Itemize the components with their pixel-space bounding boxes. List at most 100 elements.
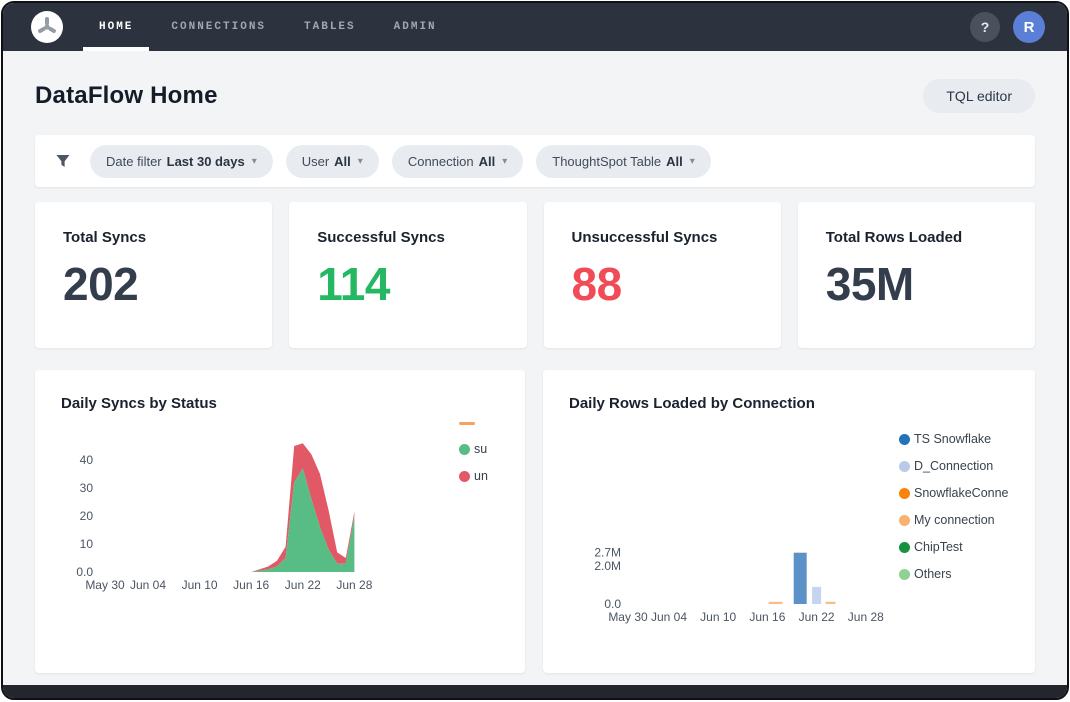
filter-chip-value: All: [334, 154, 351, 169]
rows-legend-item-d-connection[interactable]: D_Connection: [899, 459, 1035, 473]
rows-legend-item-snowflakeconne[interactable]: SnowflakeConne: [899, 486, 1035, 500]
syncs-legend-item-su[interactable]: su: [459, 442, 525, 456]
filter-chip-date-filter[interactable]: Date filter Last 30 days ▾: [90, 145, 273, 178]
filter-bar: Date filterLast 30 days▾UserAll▾Connecti…: [35, 135, 1035, 187]
kpi-label: Unsuccessful Syncs: [572, 229, 753, 246]
kpi-value: 202: [63, 261, 244, 307]
x-axis-tick: Jun 04: [130, 578, 166, 592]
bar-my-connection[interactable]: [826, 602, 836, 604]
legend-label: su: [474, 442, 487, 456]
daily-rows-chart-card: Daily Rows Loaded by Connection 0.0 2.0M2…: [543, 370, 1035, 673]
x-axis-tick: Jun 10: [700, 610, 736, 624]
filter-chip-prefix: Date filter: [106, 154, 162, 169]
x-axis-tick: May 30: [85, 578, 125, 592]
y-axis-tick: 30: [80, 481, 94, 495]
rows-legend-item-chiptest[interactable]: ChipTest: [899, 540, 1035, 554]
legend-dot-icon: [899, 488, 910, 499]
syncs-legend-item-un[interactable]: un: [459, 469, 525, 483]
thoughtspot-logo-icon: [36, 16, 58, 38]
rows-legend-item-ts-snowflake[interactable]: TS Snowflake: [899, 432, 1035, 446]
y-axis-tick: 10: [80, 537, 94, 551]
kpi-label: Successful Syncs: [317, 229, 498, 246]
x-axis-tick: Jun 10: [182, 578, 218, 592]
nav-tab-admin[interactable]: ADMIN: [378, 3, 453, 51]
nav-tab-connections[interactable]: CONNECTIONS: [155, 3, 282, 51]
chevron-down-icon: ▾: [502, 156, 507, 167]
syncs-legend-item-series[interactable]: [459, 418, 525, 429]
filter-chip-thoughtspot-table[interactable]: ThoughtSpot Table All ▾: [536, 145, 711, 178]
x-axis-tick: Jun 16: [749, 610, 785, 624]
kpi-card-successful-syncs: Successful Syncs114: [289, 202, 526, 348]
chart-title-daily-syncs: Daily Syncs by Status: [61, 395, 525, 412]
help-button[interactable]: ?: [970, 12, 1000, 42]
filter-chip-value: All: [479, 154, 496, 169]
legend-dot-icon: [899, 461, 910, 472]
kpi-row: Total Syncs202Successful Syncs114Unsucce…: [35, 202, 1035, 348]
legend-dot-icon: [899, 434, 910, 445]
y-axis-tick: 20: [80, 509, 94, 523]
bar-d-connection[interactable]: [812, 587, 821, 604]
bar-my-connection[interactable]: [769, 602, 783, 604]
legend-dot-icon: [899, 569, 910, 580]
nav-right: ? R: [970, 3, 1067, 51]
kpi-card-total-rows-loaded: Total Rows Loaded 35M: [798, 202, 1035, 348]
kpi-value: 35M: [826, 261, 1007, 307]
daily-syncs-chart-card: Daily Syncs by Status 0.0 10 20 30 40 May 30 J…: [35, 370, 525, 673]
window-bottom-edge: [3, 685, 1067, 698]
y-axis-tick: 0.0: [76, 565, 93, 579]
app-window: HOMECONNECTIONSTABLESADMIN ? R DataFlow …: [1, 1, 1069, 700]
filter-chip-prefix: ThoughtSpot Table: [552, 154, 661, 169]
x-axis-tick: Jun 28: [336, 578, 372, 592]
y-axis-tick: 2.0M: [594, 559, 621, 573]
x-axis-tick: Jun 22: [285, 578, 321, 592]
rows-legend-item-my-connection[interactable]: My connection: [899, 513, 1035, 527]
y-axis-tick: 2.7M: [594, 546, 621, 560]
legend-dot-icon: [899, 515, 910, 526]
legend-dot-icon: [459, 444, 470, 455]
legend-dot-icon: [899, 542, 910, 553]
nav-tab-tables[interactable]: TABLES: [288, 3, 372, 51]
bar-ts-snowflake[interactable]: [794, 553, 807, 604]
filter-chip-user[interactable]: User All ▾: [286, 145, 379, 178]
kpi-value: 88: [572, 261, 753, 307]
kpi-card-total-syncs: Total Syncs202: [35, 202, 272, 348]
rows-legend-item-others[interactable]: Others: [899, 567, 1035, 581]
x-axis-tick: Jun 22: [799, 610, 835, 624]
charts-row: Daily Syncs by Status 0.010203040May 30J…: [35, 370, 1035, 673]
filter-chip-prefix: User: [302, 154, 329, 169]
filter-chips: Date filterLast 30 days▾UserAll▾Connecti…: [90, 145, 711, 178]
legend-label: D_Connection: [914, 459, 993, 473]
x-axis-tick: Jun 04: [651, 610, 687, 624]
x-axis-tick: May 30: [608, 610, 648, 624]
nav-tabs: HOMECONNECTIONSTABLESADMIN: [83, 3, 459, 51]
filter-chip-connection[interactable]: ConnectionAll▾: [392, 145, 523, 178]
daily-rows-bar-chart[interactable]: 0.0 2.0M2.7M May 30Jun 04 Jun 10 Jun 16 Jun 2…: [563, 540, 903, 635]
app-logo[interactable]: [31, 11, 63, 43]
user-avatar[interactable]: R: [1013, 11, 1045, 43]
legend-dot-icon: [459, 471, 470, 482]
nav-tab-home[interactable]: HOME: [83, 3, 149, 51]
filter-chip-value: All: [666, 154, 683, 169]
legend-label: un: [474, 469, 488, 483]
legend-label: My connection: [914, 513, 995, 527]
daily-syncs-area-chart[interactable]: 0.0 10 20 30 40 May 30 Jun 04 Jun 10 Jun 16 Jun 2…: [55, 432, 475, 607]
x-axis-tick: Jun 28: [848, 610, 884, 624]
y-axis-tick: 0.0: [604, 597, 621, 611]
legend-label: Others: [914, 567, 952, 581]
kpi-card-unsuccessful-syncs: Unsuccessful Syncs 88: [544, 202, 781, 348]
filter-chip-value: Last 30 days: [167, 154, 245, 169]
legend-label: ChipTest: [914, 540, 963, 554]
legend-label: SnowflakeConne: [914, 486, 1009, 500]
tql-editor-button[interactable]: TQL editor: [923, 79, 1035, 113]
chevron-down-icon: ▾: [252, 156, 257, 167]
chart-title-daily-rows: Daily Rows Loaded by Connection: [569, 395, 1035, 412]
chevron-down-icon: ▾: [358, 156, 363, 167]
daily-syncs-legend: su un: [459, 418, 525, 496]
top-nav: HOMECONNECTIONSTABLESADMIN ? R: [3, 3, 1067, 51]
kpi-label: Total Rows Loaded: [826, 229, 1007, 246]
filter-funnel-icon: [55, 153, 71, 169]
y-axis-tick: 40: [80, 453, 94, 467]
legend-label: TS Snowflake: [914, 432, 991, 446]
chevron-down-icon: ▾: [690, 156, 695, 167]
x-axis-tick: Jun 16: [233, 578, 269, 592]
